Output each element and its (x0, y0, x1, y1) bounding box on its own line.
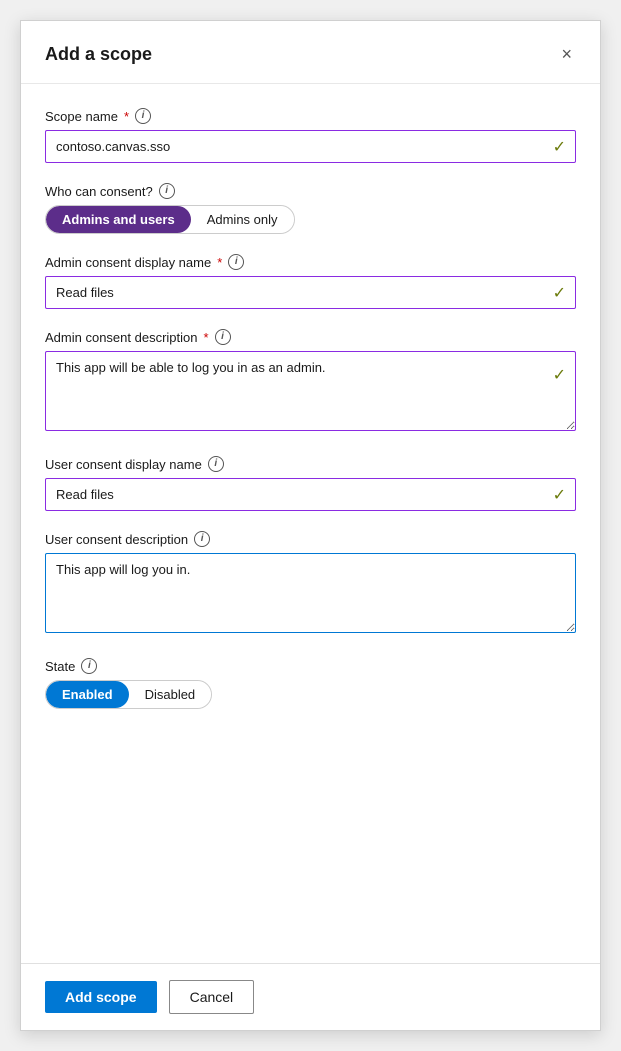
dialog-body: Scope name * i ✓ Who can consent? i Admi… (21, 84, 600, 963)
who-can-consent-group: Who can consent? i Admins and users Admi… (45, 183, 576, 234)
admin-consent-display-name-input[interactable] (45, 276, 576, 309)
state-info-icon[interactable]: i (81, 658, 97, 674)
required-star-2: * (217, 255, 222, 270)
user-consent-display-name-label: User consent display name i (45, 456, 576, 472)
user-consent-description-group: User consent description i This app will… (45, 531, 576, 638)
user-consent-desc-info-icon[interactable]: i (194, 531, 210, 547)
admin-consent-description-wrapper: This app will be able to log you in as a… (45, 351, 576, 436)
state-group: State i Enabled Disabled (45, 658, 576, 709)
state-label: State i (45, 658, 576, 674)
add-scope-button[interactable]: Add scope (45, 981, 157, 1013)
admin-consent-display-name-wrapper: ✓ (45, 276, 576, 309)
scope-name-label: Scope name * i (45, 108, 576, 124)
scope-name-check-icon: ✓ (553, 137, 566, 157)
state-enabled-option[interactable]: Enabled (46, 681, 129, 708)
add-scope-dialog: Add a scope × Scope name * i ✓ Who can c… (20, 20, 601, 1031)
admin-consent-display-name-group: Admin consent display name * i ✓ (45, 254, 576, 309)
scope-name-input[interactable] (45, 130, 576, 163)
user-consent-display-name-wrapper: ✓ (45, 478, 576, 511)
admin-consent-display-name-label: Admin consent display name * i (45, 254, 576, 270)
user-consent-description-textarea[interactable]: This app will log you in. (45, 553, 576, 633)
dialog-title: Add a scope (45, 44, 152, 65)
user-consent-description-label: User consent description i (45, 531, 576, 547)
state-disabled-option[interactable]: Disabled (129, 681, 212, 708)
admin-consent-name-check-icon: ✓ (553, 283, 566, 303)
scope-name-info-icon[interactable]: i (135, 108, 151, 124)
user-consent-display-name-input[interactable] (45, 478, 576, 511)
scope-name-group: Scope name * i ✓ (45, 108, 576, 163)
admin-consent-desc-info-icon[interactable]: i (215, 329, 231, 345)
user-consent-name-info-icon[interactable]: i (208, 456, 224, 472)
required-star-3: * (203, 330, 208, 345)
admin-consent-description-textarea[interactable]: This app will be able to log you in as a… (45, 351, 576, 431)
who-can-consent-info-icon[interactable]: i (159, 183, 175, 199)
required-star: * (124, 109, 129, 124)
user-consent-display-name-group: User consent display name i ✓ (45, 456, 576, 511)
state-toggle: Enabled Disabled (45, 680, 212, 709)
admin-consent-description-group: Admin consent description * i This app w… (45, 329, 576, 436)
who-can-consent-label: Who can consent? i (45, 183, 576, 199)
dialog-footer: Add scope Cancel (21, 963, 600, 1030)
user-consent-description-wrapper: This app will log you in. (45, 553, 576, 638)
user-consent-name-check-icon: ✓ (553, 485, 566, 505)
who-can-consent-toggle: Admins and users Admins only (45, 205, 295, 234)
consent-admins-users-option[interactable]: Admins and users (46, 206, 191, 233)
dialog-header: Add a scope × (21, 21, 600, 84)
admin-consent-name-info-icon[interactable]: i (228, 254, 244, 270)
admin-consent-description-label: Admin consent description * i (45, 329, 576, 345)
close-button[interactable]: × (557, 41, 576, 67)
cancel-button[interactable]: Cancel (169, 980, 255, 1014)
scope-name-input-wrapper: ✓ (45, 130, 576, 163)
admin-consent-desc-check-icon: ✓ (553, 365, 566, 385)
consent-admins-only-option[interactable]: Admins only (191, 206, 294, 233)
